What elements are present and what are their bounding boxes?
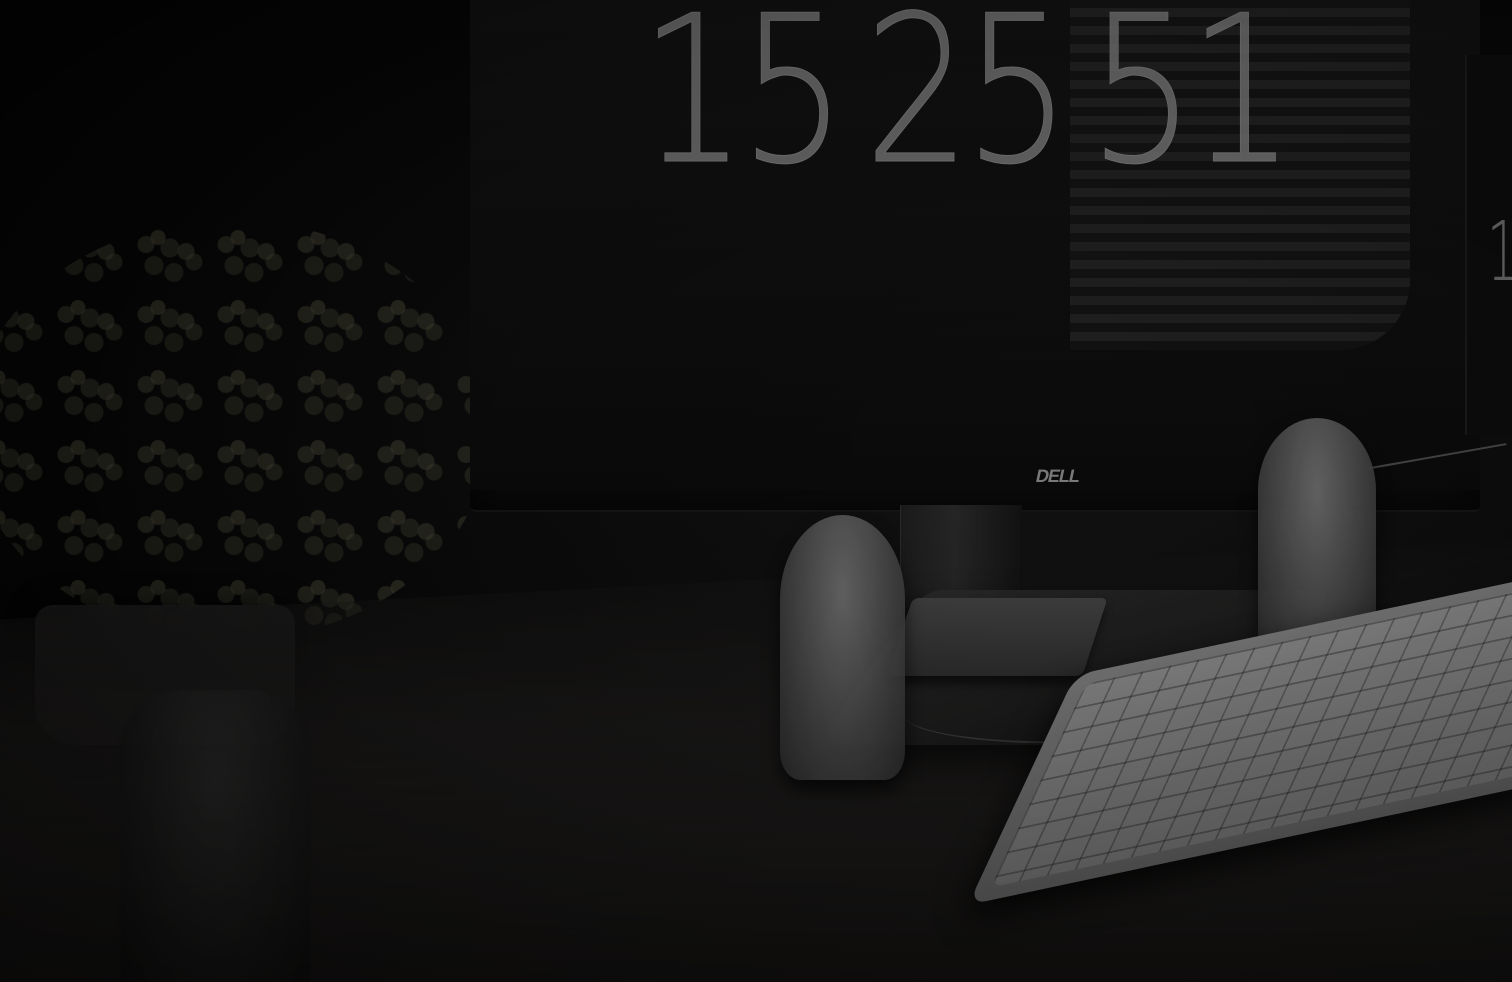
- secondary-clock-digit: 1: [1487, 205, 1512, 300]
- monitor-screen: 15 25 51: [470, 0, 1480, 490]
- desktop-scene: 15 25 51 DELL 1: [0, 0, 1512, 982]
- potted-plant: [0, 220, 490, 640]
- einstein-bust: [780, 515, 905, 780]
- clock-minutes: 25: [864, 0, 1071, 210]
- secondary-monitor-edge: 1: [1465, 55, 1512, 435]
- monitor-brand-logo: DELL: [1033, 466, 1082, 486]
- clock-display: 15 25 51: [640, 0, 1296, 230]
- clock-hours: 15: [640, 0, 847, 210]
- foreground-object: [120, 690, 310, 982]
- clock-seconds: 51: [1088, 0, 1295, 210]
